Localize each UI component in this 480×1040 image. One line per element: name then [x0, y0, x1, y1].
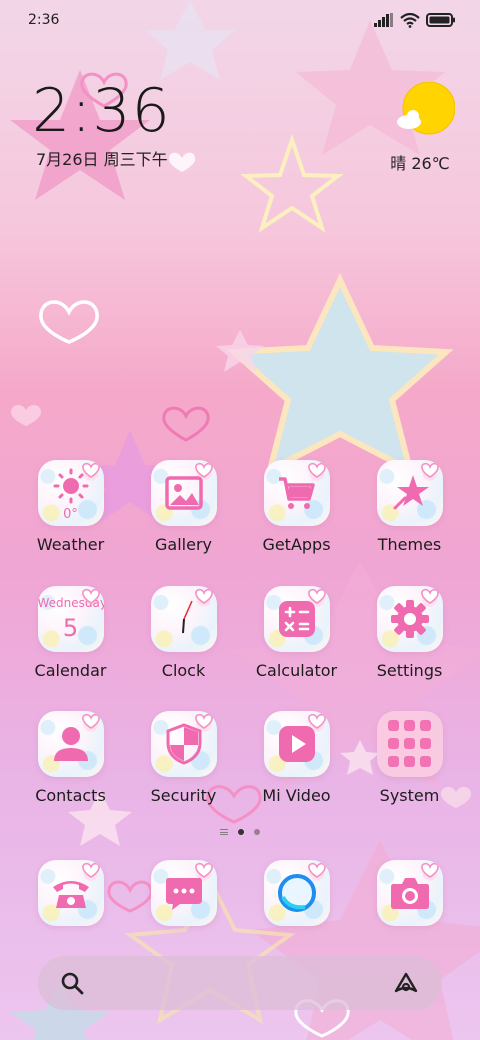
weather-temp-label: 0°: [63, 507, 78, 522]
app-label: Weather: [36, 535, 105, 554]
heart-badge-icon: [81, 862, 100, 878]
signal-icon: [374, 13, 393, 27]
camera-icon[interactable]: [376, 860, 443, 926]
app-gallery[interactable]: Gallery: [127, 460, 240, 554]
app-label: Gallery: [155, 535, 212, 554]
app-clock[interactable]: Clock: [127, 586, 240, 680]
app-label: Mi Video: [262, 786, 331, 805]
browser-icon[interactable]: [263, 860, 330, 926]
wifi-icon: [400, 12, 420, 28]
heart-badge-icon: [420, 862, 439, 878]
dock-camera-app[interactable]: [353, 860, 466, 926]
assistant-icon[interactable]: [392, 971, 420, 995]
messages-icon[interactable]: [150, 860, 217, 926]
calculator-icon[interactable]: [263, 586, 330, 652]
app-system[interactable]: System: [353, 711, 466, 805]
heart-badge-icon: [194, 713, 213, 729]
heart-badge-icon: [194, 862, 213, 878]
weather-widget[interactable]: 晴 26℃: [380, 81, 460, 174]
calendar-date: 5: [62, 614, 79, 642]
phone-icon[interactable]: [37, 860, 104, 926]
battery-icon: [426, 13, 455, 27]
page-dot-active: [238, 829, 244, 835]
search-bar[interactable]: [38, 956, 442, 1010]
page-indicator[interactable]: [0, 829, 480, 835]
app-mi-video[interactable]: Mi Video: [240, 711, 353, 805]
dock-messages-app[interactable]: [127, 860, 240, 926]
app-label: Calculator: [255, 661, 338, 680]
clock-icon[interactable]: [150, 586, 217, 652]
app-label: Clock: [161, 661, 206, 680]
page-dot: [254, 829, 260, 835]
clock-widget-date[interactable]: 7月26日 周三下午: [36, 146, 168, 170]
gallery-image-icon[interactable]: [150, 460, 217, 526]
search-icon[interactable]: [60, 971, 84, 995]
heart-badge-icon: [81, 588, 100, 604]
menu-lines-icon: [220, 829, 228, 835]
app-label: GetApps: [262, 535, 331, 554]
heart-badge-icon: [420, 588, 439, 604]
app-contacts[interactable]: Contacts: [14, 711, 127, 805]
app-weather[interactable]: 0° Weather: [14, 460, 127, 554]
app-calendar[interactable]: Wednesday 5 Calendar: [14, 586, 127, 680]
clock-widget-time[interactable]: 2:36: [32, 76, 171, 146]
sun-cloud-icon: [397, 81, 456, 135]
app-label: Settings: [376, 661, 443, 680]
app-getapps[interactable]: GetApps: [240, 460, 353, 554]
heart-badge-icon: [81, 462, 100, 478]
play-video-icon[interactable]: [263, 711, 330, 777]
app-label: Contacts: [35, 786, 106, 805]
contacts-person-icon[interactable]: [37, 711, 104, 777]
dock-browser-app[interactable]: [240, 860, 353, 926]
folder-grid-icon[interactable]: [376, 711, 443, 777]
gear-icon[interactable]: [376, 586, 443, 652]
app-label: System: [379, 786, 440, 805]
app-label: Themes: [377, 535, 442, 554]
heart-badge-icon: [420, 462, 439, 478]
dock-phone-app[interactable]: [14, 860, 127, 926]
themes-star-icon[interactable]: [376, 460, 443, 526]
shield-icon[interactable]: [150, 711, 217, 777]
heart-badge-icon: [307, 862, 326, 878]
app-themes[interactable]: Themes: [353, 460, 466, 554]
heart-badge-icon: [307, 588, 326, 604]
app-label: Calendar: [34, 661, 107, 680]
calendar-icon[interactable]: Wednesday 5: [37, 586, 104, 652]
status-time: 2:36: [28, 12, 60, 28]
app-label: Security: [150, 786, 217, 805]
heart-badge-icon: [194, 588, 213, 604]
weather-sun-icon[interactable]: 0°: [37, 460, 104, 526]
app-security[interactable]: Security: [127, 711, 240, 805]
app-settings[interactable]: Settings: [353, 586, 466, 680]
heart-badge-icon: [81, 713, 100, 729]
status-bar: 2:36: [0, 0, 480, 40]
heart-badge-icon: [194, 462, 213, 478]
heart-badge-icon: [307, 713, 326, 729]
shopping-cart-icon[interactable]: [263, 460, 330, 526]
weather-temperature: 晴 26℃: [390, 154, 450, 173]
app-calculator[interactable]: Calculator: [240, 586, 353, 680]
heart-badge-icon: [307, 462, 326, 478]
